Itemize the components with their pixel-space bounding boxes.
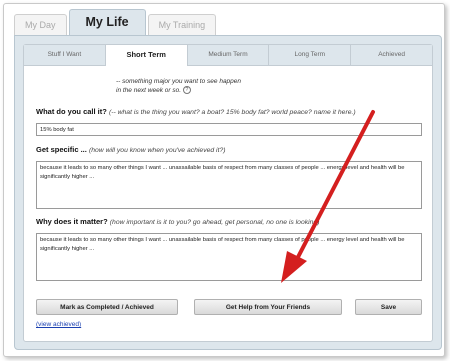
view-achieved-link[interactable]: (view achieved) (36, 321, 81, 328)
help-icon[interactable]: ? (182, 86, 191, 95)
q1-label: What do you call it? (36, 107, 107, 116)
get-help-button[interactable]: Get Help from Your Friends (194, 299, 342, 315)
get-specific-textarea[interactable]: because it leads to so many other things… (36, 161, 422, 209)
intro-line-2-wrap: in the next week or so. ? (116, 86, 286, 95)
my-life-panel: Stuff I Want Short Term Medium Term Long… (14, 35, 442, 350)
tab-long-term[interactable]: Long Term (269, 45, 352, 65)
tab-achieved[interactable]: Achieved (351, 45, 432, 65)
why-it-matters-textarea[interactable]: because it leads to so many other things… (36, 233, 422, 281)
name-it-input[interactable]: 15% body fat (36, 123, 422, 136)
tab-stuff-i-want[interactable]: Stuff I Want (24, 45, 106, 65)
top-tab-bar: My Day My Life My Training (14, 9, 218, 35)
tab-my-day[interactable]: My Day (14, 14, 67, 35)
tab-my-life[interactable]: My Life (68, 9, 146, 35)
goal-form: Stuff I Want Short Term Medium Term Long… (23, 44, 433, 342)
sub-tab-bar: Stuff I Want Short Term Medium Term Long… (24, 45, 432, 66)
app-window: My Day My Life My Training Stuff I Want … (3, 3, 445, 357)
short-term-description: -- something major you want to see happe… (116, 77, 286, 95)
mark-completed-button[interactable]: Mark as Completed / Achieved (36, 299, 178, 315)
q2-hint: (how will you know when you've achieved … (88, 147, 226, 154)
tab-my-training[interactable]: My Training (147, 14, 217, 35)
q2-label-row: Get specific ... (how will you know when… (36, 145, 226, 154)
q2-label: Get specific ... (36, 145, 87, 154)
q3-hint: (how important is it to you? go ahead, g… (109, 219, 320, 226)
save-button[interactable]: Save (355, 299, 422, 315)
tab-short-term[interactable]: Short Term (105, 45, 188, 66)
tab-medium-term[interactable]: Medium Term (188, 45, 270, 65)
q1-hint: (-- what is the thing you want? a boat? … (108, 109, 356, 116)
intro-line-2: in the next week or so. (116, 87, 182, 94)
q3-label: Why does it matter? (36, 217, 108, 226)
intro-line-1: -- something major you want to see happe… (116, 78, 242, 85)
q1-label-row: What do you call it? (-- what is the thi… (36, 107, 356, 116)
q3-label-row: Why does it matter? (how important is it… (36, 217, 319, 226)
